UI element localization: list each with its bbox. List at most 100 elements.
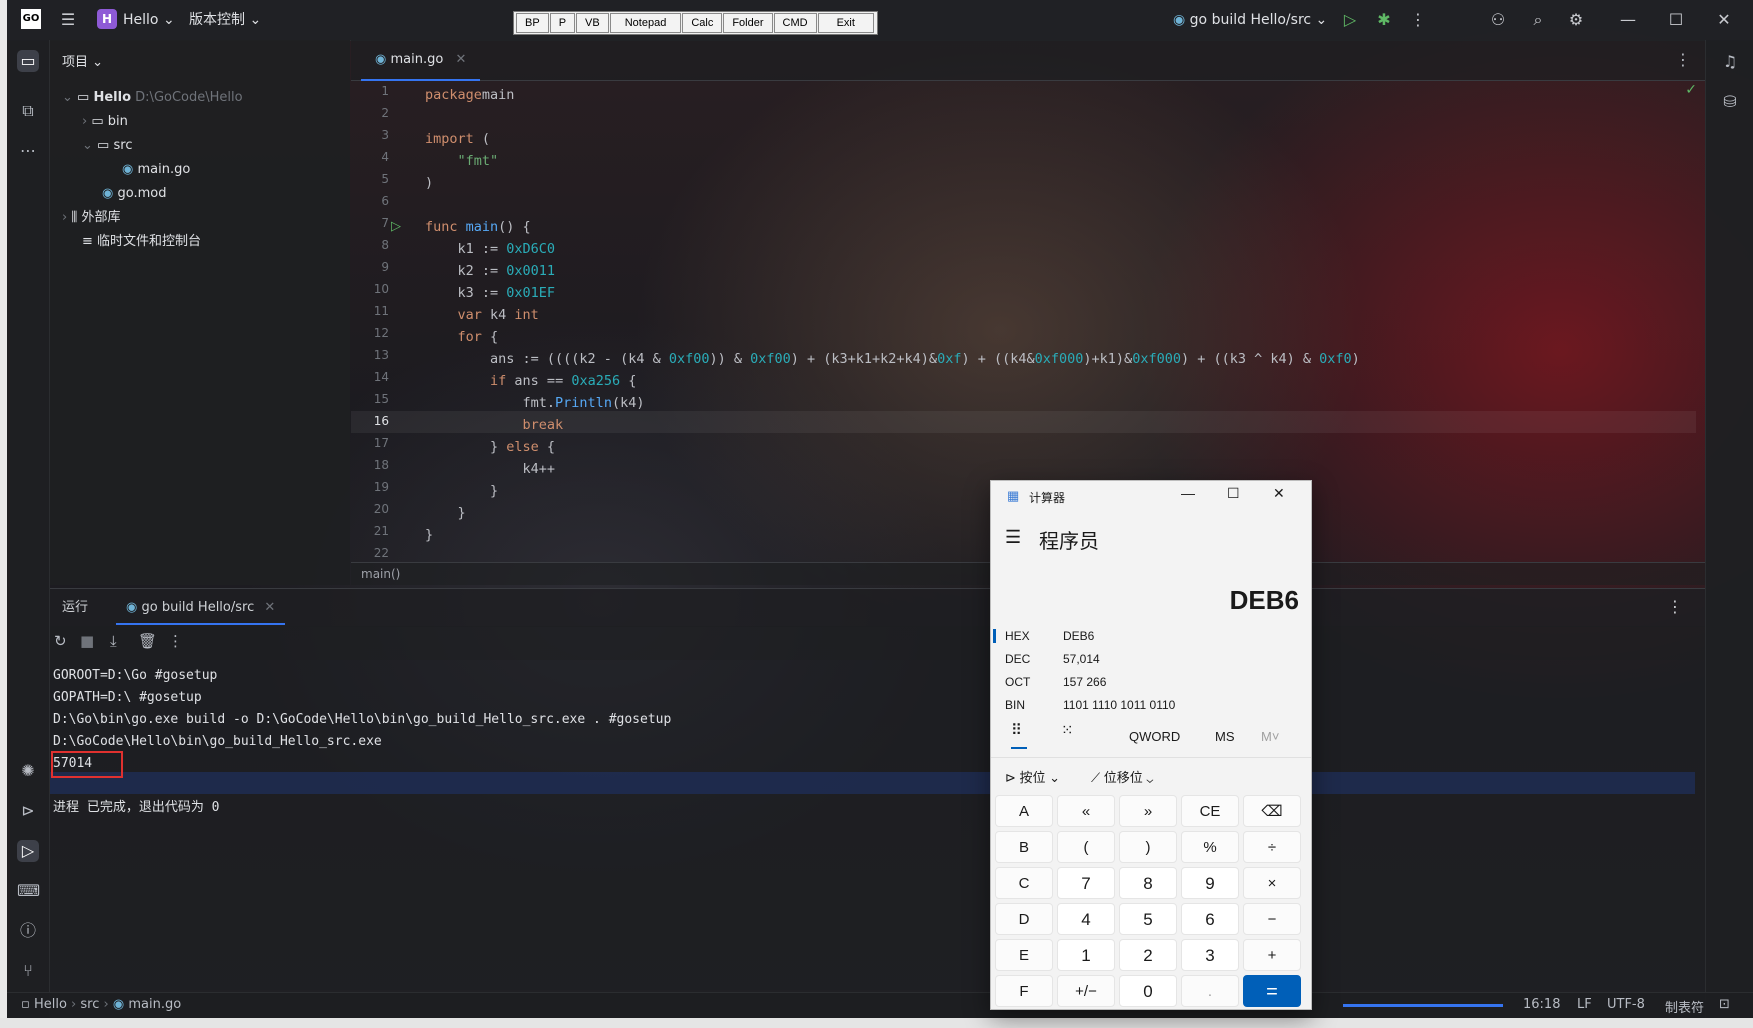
key-digit-7[interactable]: 7 — [1057, 867, 1115, 899]
minimize-icon[interactable]: — — [1181, 485, 1195, 501]
stop-icon[interactable]: ■ — [80, 632, 94, 650]
structure-icon[interactable]: ⧉ — [17, 100, 39, 122]
more-actions-icon[interactable]: ⋮ — [168, 632, 183, 650]
database-icon[interactable]: ⛁ — [1718, 90, 1742, 114]
key-r5c3[interactable]: . — [1181, 975, 1239, 1007]
file-encoding[interactable]: UTF-8 — [1607, 997, 1645, 1012]
editor-tab-main-go[interactable]: ◉ main.go ✕ — [361, 40, 481, 81]
key-digit-4[interactable]: 4 — [1057, 903, 1115, 935]
terminal-icon[interactable]: ⌨ — [17, 880, 40, 902]
key-r5c0[interactable]: F — [995, 975, 1053, 1007]
project-folder-icon[interactable]: ▭ — [17, 50, 39, 72]
radix-dec[interactable]: DEC 57,014 — [1003, 648, 1303, 670]
debug-icon[interactable]: ✱ — [1373, 9, 1395, 31]
bit-toggle-keypad-icon[interactable]: ⁙ — [1061, 721, 1074, 739]
lock-icon[interactable]: ⊡ — [1719, 997, 1730, 1012]
key-digit-0[interactable]: 0 — [1119, 975, 1177, 1007]
key-r0c0[interactable]: A — [995, 795, 1053, 827]
project-panel-header[interactable]: 项目 ⌄ — [62, 52, 103, 74]
tree-item-src[interactable]: ⌄ ▭ src — [82, 135, 132, 157]
vcs-menu[interactable]: 版本控制 ⌄ — [189, 10, 261, 30]
key-digit-2[interactable]: 2 — [1119, 939, 1177, 971]
run-gutter-icon[interactable]: ▷ — [391, 216, 401, 238]
more-tools-icon[interactable]: ⋯ — [17, 140, 39, 162]
key-r0c2[interactable]: » — [1119, 795, 1177, 827]
key-r0c4[interactable]: ⌫ — [1243, 795, 1301, 827]
git-branch-icon[interactable]: ⑂ — [17, 960, 39, 982]
close-icon[interactable]: ✕ — [1273, 485, 1285, 502]
maximize-icon[interactable]: ☐ — [1227, 485, 1240, 502]
rerun-icon[interactable]: ↻ — [54, 632, 67, 650]
settings-gear-icon[interactable]: ⚙ — [1565, 9, 1587, 31]
more-actions-icon[interactable]: ⋮ — [1407, 9, 1429, 31]
line-separator[interactable]: LF — [1577, 997, 1592, 1012]
search-icon[interactable]: ⌕ — [1527, 9, 1549, 31]
clear-trash-icon[interactable]: 🗑 — [138, 632, 157, 650]
problems-icon[interactable]: ⓘ — [17, 920, 39, 942]
key-digit-3[interactable]: 3 — [1181, 939, 1239, 971]
minimize-icon[interactable]: — — [1617, 9, 1639, 31]
radix-hex[interactable]: HEX DEB6 — [1003, 625, 1303, 647]
maximize-icon[interactable]: ☐ — [1665, 9, 1687, 31]
toolbar-bp-button[interactable]: BP — [516, 13, 549, 33]
run-tab[interactable]: ◉ go build Hello/src ✕ — [116, 593, 286, 625]
toolbar-calc-button[interactable]: Calc — [682, 13, 723, 33]
run-config-selector[interactable]: ◉ go build Hello/src ⌄ — [1173, 10, 1327, 30]
key-digit-1[interactable]: 1 — [1057, 939, 1115, 971]
console-output[interactable]: GOROOT=D:\Go #gosetup GOPATH=D:\ #gosetu… — [50, 660, 1705, 990]
indent-setting[interactable]: 制表符 — [1665, 997, 1704, 1016]
tree-item-main-go[interactable]: ◉ main.go — [122, 159, 190, 181]
key-r2c0[interactable]: C — [995, 867, 1053, 899]
key-r5c1[interactable]: +/− — [1057, 975, 1115, 1007]
key-r0c1[interactable]: « — [1057, 795, 1115, 827]
close-tab-icon[interactable]: ✕ — [455, 52, 466, 67]
key-r1c3[interactable]: % — [1181, 831, 1239, 863]
memory-list-button[interactable]: M˅ — [1261, 729, 1279, 744]
nav-menu-icon[interactable]: ☰ — [1005, 527, 1021, 548]
key-digit-9[interactable]: 9 — [1181, 867, 1239, 899]
close-icon[interactable]: ✕ — [1713, 9, 1735, 31]
project-switcher[interactable]: Hello ⌄ — [123, 10, 175, 30]
debug-bug-icon[interactable]: ✺ — [17, 760, 39, 782]
toolbar-vb-button[interactable]: VB — [576, 13, 609, 33]
key-r4c4[interactable]: + — [1243, 939, 1301, 971]
editor-options-icon[interactable]: ⋮ — [1675, 50, 1691, 69]
key-r1c2[interactable]: ) — [1119, 831, 1177, 863]
memory-store-button[interactable]: MS — [1215, 729, 1235, 744]
toolbar-folder-button[interactable]: Folder — [723, 13, 773, 33]
status-breadcrumb[interactable]: ▫ Hello › src › ◉ main.go — [21, 997, 181, 1012]
toolbar-p-button[interactable]: P — [549, 13, 576, 33]
toolbar-exit-button[interactable]: Exit — [817, 13, 874, 33]
toolbar-notepad-button[interactable]: Notepad — [609, 13, 682, 33]
key-r1c0[interactable]: B — [995, 831, 1053, 863]
key-digit-8[interactable]: 8 — [1119, 867, 1177, 899]
add-user-icon[interactable]: ⚇ — [1487, 9, 1509, 31]
key-r4c0[interactable]: E — [995, 939, 1053, 971]
services-icon[interactable]: ⊳ — [17, 800, 39, 822]
key-r5c4[interactable]: = — [1243, 975, 1301, 1007]
tree-item-scratches[interactable]: ≡ 临时文件和控制台 — [82, 231, 201, 253]
tree-item-hello[interactable]: ⌄ ▭ Hello D:\GoCode\Hello — [62, 87, 243, 109]
tree-item-external-libraries[interactable]: › ⫼ 外部库 — [62, 207, 120, 229]
key-r3c4[interactable]: − — [1243, 903, 1301, 935]
bitwise-menu[interactable]: ⊳ 按位 ⌄ — [1005, 767, 1060, 786]
key-digit-5[interactable]: 5 — [1119, 903, 1177, 935]
key-r1c4[interactable]: ÷ — [1243, 831, 1301, 863]
hamburger-menu-icon[interactable]: ☰ — [57, 9, 79, 31]
bitshift-menu[interactable]: ⟋ 位移位 ⌄ — [1091, 767, 1153, 786]
key-r1c1[interactable]: ( — [1057, 831, 1115, 863]
full-keypad-icon[interactable]: ⠿ — [1011, 721, 1022, 739]
caret-position[interactable]: 16:18 — [1523, 997, 1560, 1012]
key-r3c0[interactable]: D — [995, 903, 1053, 935]
tree-item-go-mod[interactable]: ◉ go.mod — [102, 183, 166, 205]
scroll-to-end-icon[interactable]: ⤓ — [110, 632, 117, 650]
word-size-button[interactable]: QWORD — [1129, 729, 1180, 744]
run-icon[interactable]: ▷ — [1339, 9, 1361, 31]
key-digit-6[interactable]: 6 — [1181, 903, 1239, 935]
toolbar-cmd-button[interactable]: CMD — [773, 13, 817, 33]
close-tab-icon[interactable]: ✕ — [264, 600, 275, 615]
notifications-bell-icon[interactable]: ♫ — [1718, 50, 1742, 74]
radix-oct[interactable]: OCT 157 266 — [1003, 671, 1303, 693]
tree-item-bin[interactable]: › ▭ bin — [82, 111, 128, 133]
key-r2c4[interactable]: × — [1243, 867, 1301, 899]
